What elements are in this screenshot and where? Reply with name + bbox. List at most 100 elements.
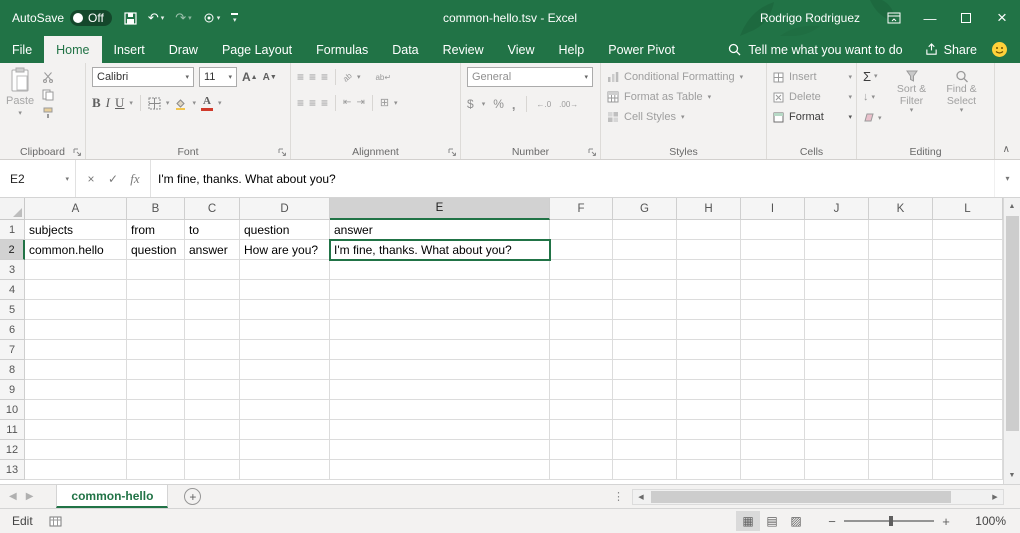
cell-H1[interactable] xyxy=(677,220,741,240)
sheet-nav-right-icon[interactable]: ▶ xyxy=(26,491,43,502)
cell-B3[interactable] xyxy=(127,260,185,280)
format-painter-icon[interactable] xyxy=(42,107,54,119)
orientation-icon[interactable]: ab xyxy=(341,71,354,84)
cell-K13[interactable] xyxy=(869,460,933,480)
cell-J13[interactable] xyxy=(805,460,869,480)
cell-E4[interactable] xyxy=(330,280,550,300)
cell-I11[interactable] xyxy=(741,420,805,440)
cell-L4[interactable] xyxy=(933,280,1003,300)
cell-B4[interactable] xyxy=(127,280,185,300)
row-header-13[interactable]: 13 xyxy=(0,460,25,480)
minimize-button[interactable]: — xyxy=(912,0,948,36)
cell-F10[interactable] xyxy=(550,400,613,420)
cell-F4[interactable] xyxy=(550,280,613,300)
cell-K2[interactable] xyxy=(869,240,933,260)
row-header-3[interactable]: 3 xyxy=(0,260,25,280)
font-dialog-launcher-icon[interactable] xyxy=(278,148,287,157)
cell-E9[interactable] xyxy=(330,380,550,400)
close-button[interactable]: × xyxy=(984,0,1020,36)
sheet-nav-left-icon[interactable]: ◀ xyxy=(0,491,26,502)
cell-F12[interactable] xyxy=(550,440,613,460)
insert-cells-button[interactable]: Insert ▾ xyxy=(773,67,852,87)
cell-D8[interactable] xyxy=(240,360,330,380)
cell-G11[interactable] xyxy=(613,420,677,440)
row-header-2[interactable]: 2 xyxy=(0,240,25,260)
scroll-down-icon[interactable]: ▼ xyxy=(1004,467,1020,484)
cell-G10[interactable] xyxy=(613,400,677,420)
alignment-dialog-launcher-icon[interactable] xyxy=(448,148,457,157)
cell-E11[interactable] xyxy=(330,420,550,440)
horizontal-scroll-thumb[interactable] xyxy=(651,491,951,503)
cell-H4[interactable] xyxy=(677,280,741,300)
cell-K3[interactable] xyxy=(869,260,933,280)
collapse-ribbon-icon[interactable]: ∧ xyxy=(1003,144,1010,155)
cell-E13[interactable] xyxy=(330,460,550,480)
row-header-4[interactable]: 4 xyxy=(0,280,25,300)
cell-D6[interactable] xyxy=(240,320,330,340)
cell-C2[interactable]: answer xyxy=(185,240,240,260)
row-header-5[interactable]: 5 xyxy=(0,300,25,320)
cell-G4[interactable] xyxy=(613,280,677,300)
cell-F3[interactable] xyxy=(550,260,613,280)
column-header-I[interactable]: I xyxy=(741,198,805,220)
column-header-K[interactable]: K xyxy=(869,198,933,220)
cell-D3[interactable] xyxy=(240,260,330,280)
column-header-G[interactable]: G xyxy=(613,198,677,220)
copy-icon[interactable] xyxy=(42,89,54,101)
cell-D13[interactable] xyxy=(240,460,330,480)
autosave-toggle[interactable]: AutoSave Off xyxy=(0,10,120,26)
cell-F13[interactable] xyxy=(550,460,613,480)
cell-L3[interactable] xyxy=(933,260,1003,280)
cell-I6[interactable] xyxy=(741,320,805,340)
decrease-font-size-icon[interactable]: A▼ xyxy=(263,72,277,83)
cell-A10[interactable] xyxy=(25,400,127,420)
cell-B12[interactable] xyxy=(127,440,185,460)
save-icon[interactable] xyxy=(124,12,137,25)
column-header-E[interactable]: E xyxy=(330,198,550,220)
sheet-tab-common-hello[interactable]: common-hello xyxy=(56,485,168,508)
accounting-format-icon[interactable]: $ xyxy=(467,97,474,111)
cell-I8[interactable] xyxy=(741,360,805,380)
zoom-slider-thumb[interactable] xyxy=(889,516,893,526)
ribbon-tab-draw[interactable]: Draw xyxy=(157,36,210,63)
cell-H12[interactable] xyxy=(677,440,741,460)
cell-G8[interactable] xyxy=(613,360,677,380)
cell-K7[interactable] xyxy=(869,340,933,360)
cell-I12[interactable] xyxy=(741,440,805,460)
cell-E8[interactable] xyxy=(330,360,550,380)
cell-B6[interactable] xyxy=(127,320,185,340)
ribbon-tab-file[interactable]: File xyxy=(0,36,44,63)
cell-G3[interactable] xyxy=(613,260,677,280)
align-left-icon[interactable]: ≡ xyxy=(297,97,304,109)
cell-L10[interactable] xyxy=(933,400,1003,420)
cell-J11[interactable] xyxy=(805,420,869,440)
cell-L7[interactable] xyxy=(933,340,1003,360)
bold-icon[interactable]: B xyxy=(92,95,101,111)
align-top-icon[interactable]: ≡ xyxy=(297,71,304,83)
cell-B8[interactable] xyxy=(127,360,185,380)
ribbon-tab-review[interactable]: Review xyxy=(431,36,496,63)
formula-input[interactable]: I'm fine, thanks. What about you? xyxy=(151,160,994,197)
cell-E6[interactable] xyxy=(330,320,550,340)
row-header-7[interactable]: 7 xyxy=(0,340,25,360)
cell-H6[interactable] xyxy=(677,320,741,340)
cell-A5[interactable] xyxy=(25,300,127,320)
align-bottom-icon[interactable]: ≡ xyxy=(321,71,328,83)
cell-styles-button[interactable]: Cell Styles ▾ xyxy=(607,107,762,127)
find-select-button[interactable]: Find & Select ▾ xyxy=(938,67,986,143)
cell-J5[interactable] xyxy=(805,300,869,320)
cell-K5[interactable] xyxy=(869,300,933,320)
cell-D10[interactable] xyxy=(240,400,330,420)
ribbon-display-options-icon[interactable] xyxy=(876,0,912,36)
cell-C10[interactable] xyxy=(185,400,240,420)
borders-icon[interactable] xyxy=(148,97,161,110)
cell-C9[interactable] xyxy=(185,380,240,400)
cell-G1[interactable] xyxy=(613,220,677,240)
cell-I5[interactable] xyxy=(741,300,805,320)
record-macro-icon[interactable] xyxy=(49,516,62,527)
cell-D12[interactable] xyxy=(240,440,330,460)
row-header-12[interactable]: 12 xyxy=(0,440,25,460)
cell-G5[interactable] xyxy=(613,300,677,320)
percent-style-icon[interactable]: % xyxy=(493,97,504,111)
increase-indent-icon[interactable]: ⇥ xyxy=(356,98,364,108)
